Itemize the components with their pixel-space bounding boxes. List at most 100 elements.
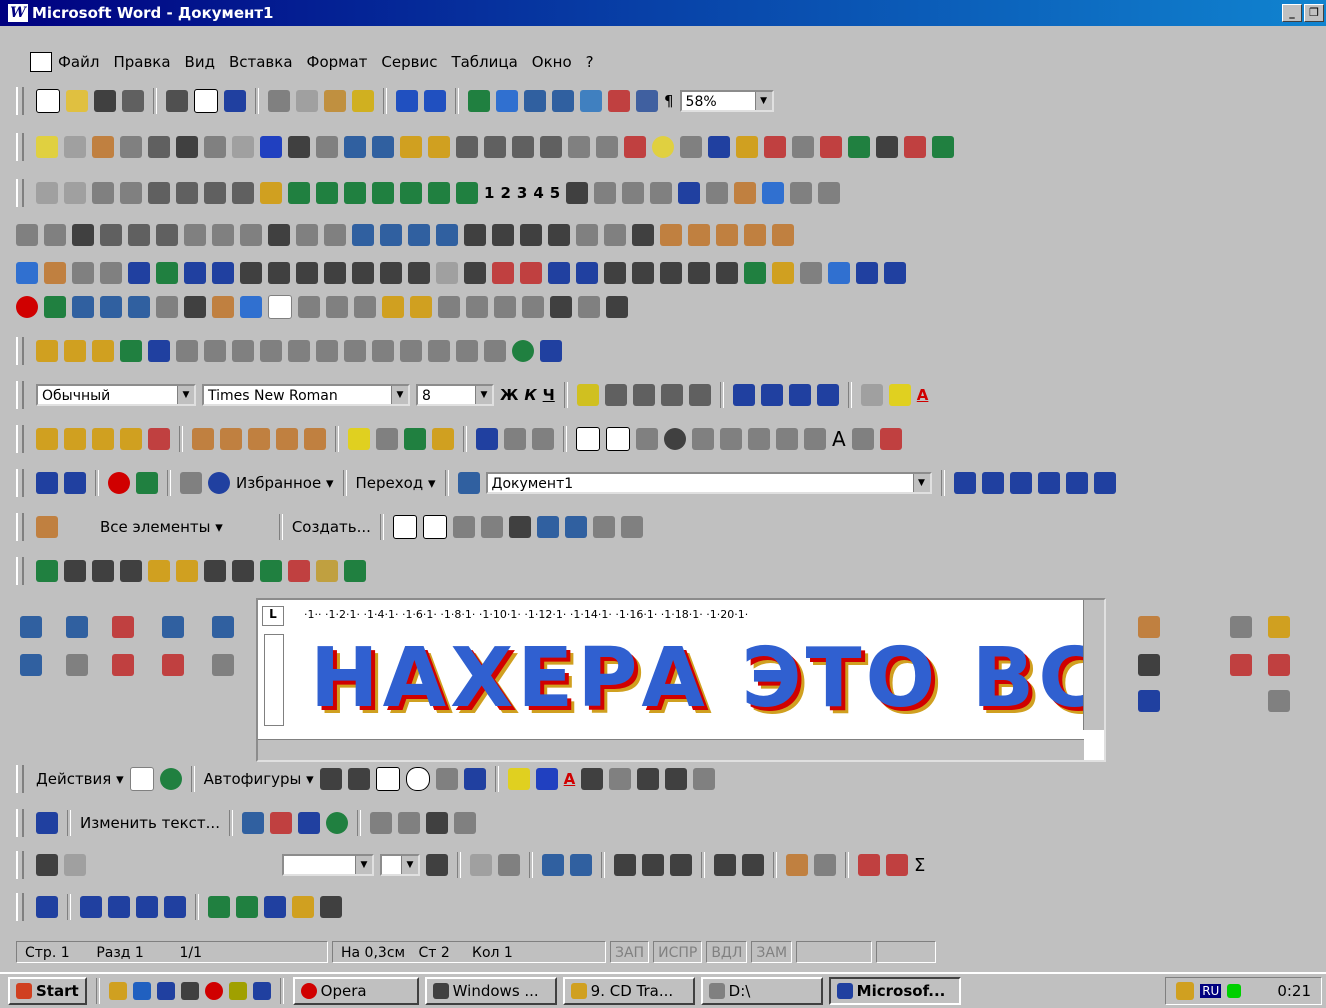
form-shading-icon[interactable] xyxy=(592,516,615,538)
arrow-right-icon[interactable] xyxy=(260,136,282,158)
tool-icon[interactable] xyxy=(734,182,757,204)
tool-icon[interactable] xyxy=(128,262,150,284)
tool-icon[interactable] xyxy=(100,262,122,284)
align-left-icon[interactable] xyxy=(604,384,627,406)
toolbar-grip[interactable] xyxy=(16,87,24,115)
tool-icon[interactable] xyxy=(904,136,926,158)
tool-icon[interactable] xyxy=(128,224,150,246)
stop-icon[interactable] xyxy=(16,296,38,318)
autosum-icon[interactable] xyxy=(464,262,486,284)
tool-icon[interactable] xyxy=(372,340,394,362)
tool-icon[interactable] xyxy=(596,136,618,158)
tool-icon[interactable] xyxy=(540,136,562,158)
minimize-button[interactable]: _ xyxy=(1282,4,1302,22)
font-color-icon[interactable]: A xyxy=(917,386,929,404)
autotext-icon[interactable] xyxy=(36,516,58,538)
alignment-icon[interactable] xyxy=(425,812,448,834)
tool-icon[interactable] xyxy=(380,224,402,246)
border-color-icon[interactable] xyxy=(426,854,448,876)
highlight-icon[interactable] xyxy=(348,428,370,450)
tool-icon[interactable] xyxy=(660,262,682,284)
tool-icon[interactable] xyxy=(706,182,729,204)
tool-icon[interactable] xyxy=(484,340,506,362)
find-icon[interactable] xyxy=(176,136,198,158)
tool-icon[interactable] xyxy=(352,224,374,246)
demote-to-body-icon[interactable] xyxy=(344,182,366,204)
tool-icon[interactable] xyxy=(744,262,766,284)
change-text-direction-icon[interactable] xyxy=(814,854,836,876)
tool-icon[interactable] xyxy=(981,472,1004,494)
print-preview-icon[interactable] xyxy=(194,89,218,113)
tool-icon[interactable] xyxy=(1268,690,1290,712)
clock[interactable]: 0:21 xyxy=(1277,982,1311,1000)
insert-frame-icon[interactable] xyxy=(564,516,587,538)
lock-icon[interactable] xyxy=(620,516,643,538)
outline-level-1[interactable]: 1 xyxy=(484,184,494,202)
tool-icon[interactable] xyxy=(268,262,290,284)
border-icon[interactable] xyxy=(860,384,883,406)
print-icon[interactable] xyxy=(166,90,188,112)
tilt-right-icon[interactable] xyxy=(164,896,186,918)
dash-style-icon[interactable] xyxy=(578,296,600,318)
distribute-rows-icon[interactable] xyxy=(714,854,736,876)
tool-icon[interactable] xyxy=(790,182,813,204)
clock-icon[interactable] xyxy=(652,136,674,158)
vertical-ruler[interactable] xyxy=(264,634,284,726)
tool-icon[interactable] xyxy=(148,136,170,158)
free-rotate-icon[interactable] xyxy=(325,812,348,834)
format-picture-icon[interactable] xyxy=(288,560,310,582)
edit-text-button[interactable]: Изменить текст... xyxy=(80,814,220,832)
address-field[interactable]: Документ1 ▼ xyxy=(485,472,932,494)
bold-icon[interactable]: Ж xyxy=(500,386,518,404)
oval-icon[interactable] xyxy=(405,767,430,791)
help-icon[interactable] xyxy=(156,296,178,318)
tool-icon[interactable] xyxy=(128,296,150,318)
tool-icon[interactable] xyxy=(324,262,346,284)
tool-icon[interactable] xyxy=(240,224,262,246)
align-top-icon[interactable] xyxy=(614,854,636,876)
tool-icon[interactable] xyxy=(20,616,42,638)
tool-icon[interactable] xyxy=(248,428,270,450)
tool-icon[interactable] xyxy=(650,182,673,204)
character-spacing-icon[interactable] xyxy=(453,812,476,834)
go-menu[interactable]: Переход ▾ xyxy=(356,474,436,492)
tool-icon[interactable] xyxy=(520,224,542,246)
font-color-icon[interactable]: A xyxy=(564,770,576,788)
new-document-icon[interactable] xyxy=(36,89,60,113)
tool-icon[interactable] xyxy=(404,428,426,450)
font-select[interactable]: Times New Roman ▼ xyxy=(202,384,410,406)
tool-icon[interactable] xyxy=(260,340,282,362)
tool-icon[interactable] xyxy=(1093,472,1116,494)
quicklaunch-icon[interactable] xyxy=(108,982,127,1000)
tool-icon[interactable] xyxy=(456,136,478,158)
direction-icon[interactable] xyxy=(236,896,258,918)
checkbox-field-icon[interactable] xyxy=(576,427,600,451)
quicklaunch-icon[interactable] xyxy=(252,982,271,1000)
actions-menu[interactable]: Действия ▾ xyxy=(36,770,124,788)
tool-icon[interactable] xyxy=(716,224,738,246)
all-entries-menu[interactable]: Все элементы ▾ xyxy=(100,518,223,536)
align-bottom-icon[interactable] xyxy=(670,854,692,876)
spelling-icon[interactable] xyxy=(224,90,246,112)
tool-icon[interactable] xyxy=(148,340,170,362)
line-color-icon[interactable] xyxy=(535,768,558,790)
free-rotate-icon[interactable] xyxy=(159,768,182,790)
numbered-list-icon[interactable] xyxy=(732,384,755,406)
home-icon[interactable] xyxy=(180,472,202,494)
tool-icon[interactable] xyxy=(344,136,366,158)
tool-icon[interactable] xyxy=(1138,616,1160,638)
checkbox-field-icon[interactable] xyxy=(422,515,447,539)
tool-icon[interactable] xyxy=(296,224,318,246)
tool-icon[interactable] xyxy=(156,262,178,284)
line-style-icon[interactable] xyxy=(232,560,254,582)
tool-icon[interactable] xyxy=(1230,654,1252,676)
tool-icon[interactable] xyxy=(66,616,88,638)
tool-icon[interactable] xyxy=(953,472,976,494)
stop-icon[interactable] xyxy=(108,472,130,494)
tool-icon[interactable] xyxy=(220,428,242,450)
tool-icon[interactable] xyxy=(688,224,710,246)
arrow-style-icon[interactable] xyxy=(606,296,628,318)
decrease-indent-icon[interactable] xyxy=(788,384,811,406)
shading-color-icon[interactable] xyxy=(498,854,520,876)
tool-icon[interactable] xyxy=(72,224,94,246)
